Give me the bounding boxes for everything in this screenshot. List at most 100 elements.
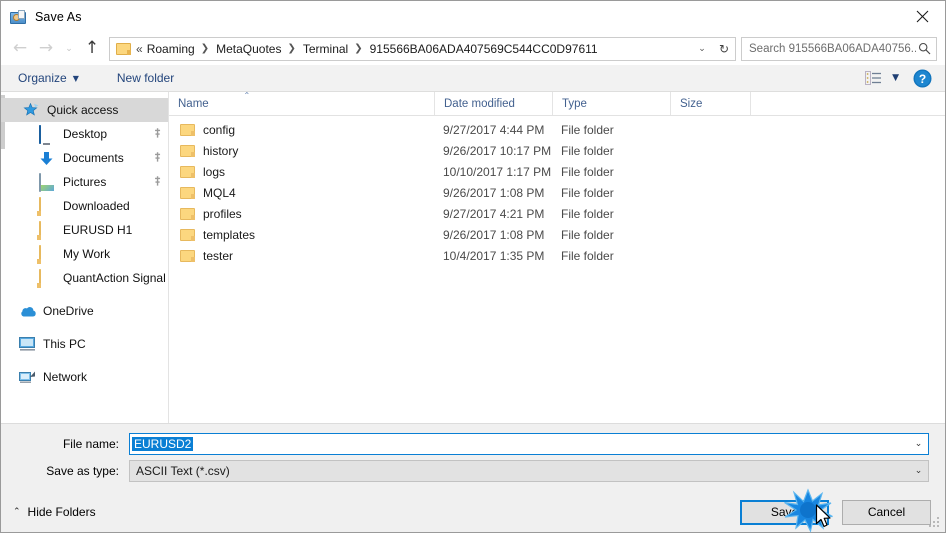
sidebar-item-quick-access[interactable]: Quick access [1,98,168,122]
view-dropdown-icon[interactable]: ▼ [892,73,899,83]
file-name: templates [203,227,256,242]
cancel-button[interactable]: Cancel [842,499,931,525]
dialog-body: Quick access Desktop Documents Pictures … [1,91,945,423]
column-header-size[interactable]: Size [670,92,750,115]
sidebar-label: My Work [63,247,111,261]
title-bar: Save As [1,1,945,32]
sidebar-item-this-pc[interactable]: This PC [1,332,168,356]
help-button[interactable]: ? [913,69,932,88]
save-button[interactable]: Save [740,499,829,525]
command-toolbar: Organize ▼ New folder ▼ ? [1,65,945,92]
back-button[interactable]: ← [7,37,33,61]
chevron-down-icon: ▼ [72,73,79,83]
resize-grip[interactable] [929,517,940,528]
column-label: Type [562,97,587,110]
chevron-down-icon[interactable]: ⌄ [909,466,928,476]
file-name: history [203,143,239,158]
up-arrow-icon: ↑ [84,38,100,58]
chevron-down-icon[interactable]: ⌄ [909,439,928,449]
file-name: config [203,122,236,137]
file-date: 10/10/2017 1:17 PM [443,164,552,179]
view-mode-button[interactable] [862,71,884,85]
sidebar-item-documents[interactable]: Documents [1,146,168,170]
breadcrumb-separator-1[interactable]: ❯ [196,43,215,54]
save-label: Save [770,505,799,519]
file-name: logs [203,164,226,179]
table-row[interactable]: profiles 9/27/2017 4:21 PM File folder [169,203,945,224]
organize-button[interactable]: Organize ▼ [15,65,82,91]
table-row[interactable]: history 9/26/2017 10:17 PM File folder [169,140,945,161]
table-row[interactable]: MQL4 9/26/2017 1:08 PM File folder [169,182,945,203]
address-bar[interactable]: « ❯ Roaming ❯ MetaQuotes ❯ Terminal ❯ 91… [109,36,736,61]
column-label: Name [178,97,209,110]
sidebar-item-downloaded[interactable]: Downloaded [1,194,168,218]
folder-icon [116,42,131,55]
folder-icon [180,207,195,220]
breadcrumb-item-1[interactable]: MetaQuotes [215,42,282,56]
breadcrumb-separator-3[interactable]: ❯ [349,43,368,54]
table-row[interactable]: tester 10/4/2017 1:35 PM File folder [169,245,945,266]
folder-icon [39,221,57,240]
sidebar-item-eurusd-h1[interactable]: EURUSD H1 [1,218,168,242]
monitor-icon [39,125,57,144]
pin-icon [148,173,166,191]
breadcrumb-item-3[interactable]: 915566BA06ADA407569C544CC0D97611 [369,42,599,56]
breadcrumb-separator-2[interactable]: ❯ [282,43,301,54]
sidebar-item-desktop[interactable]: Desktop [1,122,168,146]
file-rows: config 9/27/2017 4:44 PM File folder his… [169,116,945,423]
sidebar-label: Downloaded [63,199,130,213]
filename-label: File name: [62,437,119,451]
pictures-icon [39,173,57,192]
breadcrumb-item-0[interactable]: Roaming [146,42,196,56]
address-dropdown-button[interactable]: ⌄ [691,44,713,54]
filetype-select[interactable]: ASCII Text (*.csv) ⌄ [129,460,929,482]
column-header-filler [750,92,945,115]
filename-input[interactable]: EURUSD2 ⌄ [129,433,929,455]
folder-icon [180,228,195,241]
window-title: Save As [35,9,82,24]
file-type: File folder [561,248,614,263]
column-header-date-modified[interactable]: Date modified [434,92,552,115]
back-arrow-icon: ← [12,38,28,58]
sidebar-label: This PC [43,337,86,351]
sidebar-item-pictures[interactable]: Pictures [1,170,168,194]
refresh-button[interactable]: ↻ [713,42,735,56]
file-fields: File name: EURUSD2 ⌄ Save as type: ASCII… [1,423,945,492]
sidebar-item-onedrive[interactable]: OneDrive [1,299,168,323]
sidebar-item-quantaction-signal[interactable]: QuantAction Signal [1,266,168,290]
this-pc-icon [19,336,37,352]
folder-icon [180,144,195,157]
file-type: File folder [561,185,614,200]
search-input[interactable]: Search 915566BA06ADA40756... [749,43,916,55]
folder-icon [39,269,57,288]
dialog-footer: ⌃ Hide Folders Save Cancel [1,492,945,532]
table-row[interactable]: logs 10/10/2017 1:17 PM File folder [169,161,945,182]
file-name: tester [203,248,234,263]
sidebar-item-my-work[interactable]: My Work [1,242,168,266]
new-folder-label: New folder [116,71,175,85]
file-date: 9/26/2017 10:17 PM [443,143,552,158]
recent-locations-button[interactable]: ⌄ [59,37,79,61]
sort-ascending-icon: ⌃ [243,91,251,100]
sidebar-label: OneDrive [43,304,94,318]
close-button[interactable] [899,1,945,32]
hide-folders-button[interactable]: ⌃ Hide Folders [13,505,96,519]
table-row[interactable]: templates 9/26/2017 1:08 PM File folder [169,224,945,245]
breadcrumb-item-2[interactable]: Terminal [302,42,349,56]
column-header-name[interactable]: ⌃ Name [169,91,434,115]
sidebar-item-network[interactable]: Network [1,365,168,389]
close-icon [916,10,928,23]
up-button[interactable]: ↑ [79,37,105,61]
onedrive-icon [19,303,37,319]
search-box[interactable]: Search 915566BA06ADA40756... [741,36,937,61]
breadcrumb-overflow[interactable]: « [135,42,146,56]
navigation-pane: Quick access Desktop Documents Pictures … [1,92,169,423]
filetype-label: Save as type: [46,464,119,478]
table-row[interactable]: config 9/27/2017 4:44 PM File folder [169,119,945,140]
column-header-type[interactable]: Type [552,92,670,115]
forward-button[interactable]: → [33,37,59,61]
file-name: MQL4 [203,185,236,200]
new-folder-button[interactable]: New folder [114,65,177,91]
file-date: 9/26/2017 1:08 PM [443,185,545,200]
help-icon: ? [913,69,932,87]
